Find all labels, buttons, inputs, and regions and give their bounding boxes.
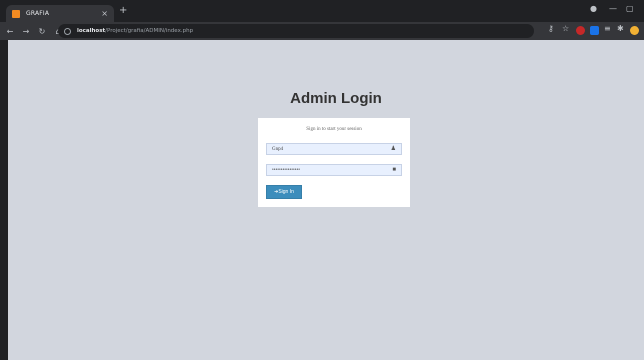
- url-path: /Project/grafia/ADMIN/index.php: [105, 28, 194, 34]
- maximize-button[interactable]: ▢: [626, 5, 634, 13]
- forward-icon[interactable]: →: [20, 27, 32, 36]
- page-title: Admin Login: [290, 90, 382, 107]
- key-icon[interactable]: ⚷: [548, 25, 554, 33]
- menu-icon[interactable]: ≡: [604, 25, 611, 33]
- address-bar[interactable]: localhost /Project/grafia/ADMIN/index.ph…: [58, 24, 534, 38]
- reload-icon[interactable]: ↻: [36, 27, 48, 36]
- sign-in-button[interactable]: ➜ Sign In: [266, 185, 302, 199]
- login-message: Sign in to start your session: [306, 127, 362, 132]
- tab-close-button[interactable]: ×: [101, 9, 108, 18]
- back-icon[interactable]: ←: [4, 27, 16, 36]
- url-host: localhost: [77, 28, 106, 34]
- extension-icon[interactable]: [590, 26, 599, 35]
- tab-title: GRAFIA: [26, 10, 50, 17]
- star-icon[interactable]: ☆: [562, 25, 569, 33]
- settings-icon[interactable]: ●: [590, 5, 597, 13]
- avatar-icon[interactable]: [630, 26, 639, 35]
- extension-icon[interactable]: [576, 26, 585, 35]
- username-value: Gnp4: [272, 146, 284, 152]
- info-icon[interactable]: [64, 27, 71, 35]
- minimize-button[interactable]: —: [609, 5, 617, 13]
- password-field[interactable]: •••••••••••••••• ■: [266, 164, 402, 176]
- browser-tab[interactable]: GRAFIA ×: [6, 5, 114, 22]
- sign-in-label: Sign In: [278, 189, 294, 195]
- password-value: ••••••••••••••••: [272, 167, 301, 173]
- lock-icon: ■: [392, 167, 396, 173]
- page-viewport: Admin Login Sign in to start your sessio…: [8, 40, 644, 360]
- favicon-icon: [12, 9, 20, 18]
- user-icon: ♟: [390, 146, 396, 152]
- login-box: Sign in to start your session Gnp4 ♟ •••…: [258, 118, 410, 207]
- username-field[interactable]: Gnp4 ♟: [266, 143, 402, 155]
- browser-tab-strip: GRAFIA × + ● — ▢: [0, 0, 644, 22]
- puzzle-icon[interactable]: ✱: [617, 25, 624, 33]
- new-tab-button[interactable]: +: [119, 6, 127, 16]
